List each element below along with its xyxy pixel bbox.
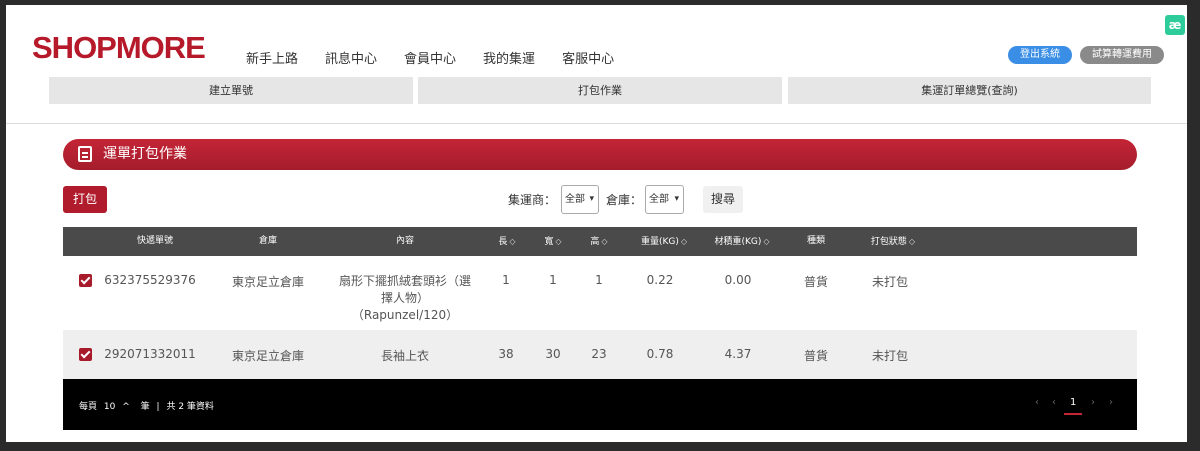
cell-volumetric-weight: 4.37: [724, 347, 752, 361]
sort-icon: ◇: [509, 237, 516, 246]
col-weight[interactable]: 重量(KG) ◇: [641, 227, 687, 256]
table-row: 292071332011 東京足立倉庫 長袖上衣 38 30 23 0.78 4…: [63, 330, 1137, 379]
carrier-select[interactable]: 全部 ▾: [561, 185, 599, 214]
cell-width: 30: [545, 347, 561, 361]
per-page-select[interactable]: 10 ^: [104, 402, 134, 412]
col-height[interactable]: 高 ◇: [590, 227, 607, 256]
section-title: 運單打包作業: [103, 146, 187, 162]
section-banner: 運單打包作業: [63, 139, 1137, 170]
warehouse-select-value: 全部: [649, 194, 669, 205]
sort-icon: ◇: [680, 237, 688, 246]
carrier-select-value: 全部: [565, 194, 585, 205]
header-divider: [6, 123, 1187, 124]
cell-type: 普貨: [803, 275, 829, 289]
cell-length: 38: [498, 347, 514, 361]
cell-type: 普貨: [803, 349, 829, 363]
col-tracking: 快遞單號: [136, 236, 174, 246]
page-number-current[interactable]: 1: [1070, 397, 1076, 408]
nav-beginner-guide[interactable]: 新手上路: [246, 48, 298, 67]
sort-icon: ◇: [601, 237, 608, 246]
main-nav: 新手上路 訊息中心 會員中心 我的集運 客服中心: [246, 48, 641, 67]
search-button[interactable]: 搜尋: [703, 186, 743, 213]
cell-tracking: 292071332011: [104, 347, 196, 361]
row-checkbox[interactable]: [79, 348, 92, 361]
cell-pack-status: 未打包: [871, 275, 909, 289]
shipping-fee-calculator-button[interactable]: 試算轉運費用: [1080, 46, 1164, 64]
sort-icon: ◇: [908, 237, 916, 246]
pack-button[interactable]: 打包: [63, 186, 107, 213]
separator: |: [156, 402, 160, 412]
last-page-icon[interactable]: ›: [1109, 397, 1113, 408]
sort-icon: ◇: [763, 237, 770, 246]
cell-height: 1: [595, 273, 603, 287]
cell-weight: 0.78: [646, 347, 674, 361]
total-count: 共 2 筆資料: [166, 402, 214, 412]
table-footer: 每頁 10 ^ 筆 | 共 2 筆資料 ‹ ‹ 1 › ›: [63, 379, 1137, 430]
col-type: 種類: [806, 236, 826, 246]
cell-height: 23: [591, 347, 607, 361]
subnav-order-overview[interactable]: 集運訂單總覽(查詢): [788, 77, 1151, 104]
cell-volumetric-weight: 0.00: [724, 273, 752, 287]
cell-warehouse: 東京足立倉庫: [231, 275, 305, 289]
col-content: 內容: [395, 236, 415, 246]
pagination-info: 每頁 10 ^ 筆 | 共 2 筆資料: [79, 399, 218, 412]
current-page-indicator: [1064, 413, 1082, 415]
col-volumetric-weight[interactable]: 材積重(KG) ◇: [714, 227, 769, 256]
nav-member-center[interactable]: 會員中心: [404, 48, 456, 67]
chevron-up-icon: ^: [122, 402, 130, 412]
row-checkbox[interactable]: [79, 274, 92, 287]
chevron-down-icon: ▾: [674, 194, 679, 204]
col-pack-status[interactable]: 打包狀態 ◇: [871, 227, 915, 256]
cell-content: 長袖上衣: [380, 349, 430, 363]
nav-my-shipping[interactable]: 我的集運: [483, 48, 535, 67]
chevron-down-icon: ▾: [589, 194, 594, 204]
sort-icon: ◇: [555, 237, 562, 246]
cell-width: 1: [549, 273, 557, 287]
cell-warehouse: 東京足立倉庫: [231, 349, 305, 363]
warehouse-select[interactable]: 全部 ▾: [645, 185, 684, 214]
cell-length: 1: [502, 273, 510, 287]
table-header: 快遞單號 倉庫 內容 長 ◇ 寬 ◇ 高 ◇ 重量(KG) ◇ 材積重(KG) ◇ 種類 …: [63, 227, 1137, 256]
clipboard-icon: [78, 146, 92, 162]
shopmore-logo[interactable]: SHOPMORE: [32, 30, 206, 66]
first-page-icon[interactable]: ‹: [1035, 397, 1039, 408]
next-page-icon[interactable]: ›: [1091, 397, 1095, 408]
per-page-unit: 筆: [140, 402, 150, 412]
warehouse-label: 倉庫：: [606, 193, 643, 207]
col-width[interactable]: 寬 ◇: [544, 227, 561, 256]
cell-pack-status: 未打包: [871, 349, 909, 363]
col-warehouse: 倉庫: [258, 236, 278, 246]
subnav-create-number[interactable]: 建立單號: [49, 77, 413, 104]
table-row: 632375529376 東京足立倉庫 扇形下擺抓絨套頭衫（選擇人物）（Rapu…: [63, 256, 1137, 330]
logout-button[interactable]: 登出系統: [1008, 46, 1072, 64]
carrier-label: 集運商：: [508, 193, 557, 207]
prev-page-icon[interactable]: ‹: [1052, 397, 1056, 408]
cell-weight: 0.22: [646, 273, 674, 287]
nav-customer-service[interactable]: 客服中心: [562, 48, 614, 67]
nav-message-center[interactable]: 訊息中心: [325, 48, 377, 67]
col-length[interactable]: 長 ◇: [498, 227, 515, 256]
cell-tracking: 632375529376: [104, 273, 196, 287]
extension-icon[interactable]: æ: [1165, 15, 1185, 35]
subnav-packing[interactable]: 打包作業: [418, 77, 782, 104]
browser-viewport: æ SHOPMORE 新手上路 訊息中心 會員中心 我的集運 客服中心 登出系統…: [6, 5, 1187, 442]
cell-content: 扇形下擺抓絨套頭衫（選擇人物）（Rapunzel/120）: [338, 274, 471, 322]
per-page-label: 每頁: [79, 402, 98, 412]
